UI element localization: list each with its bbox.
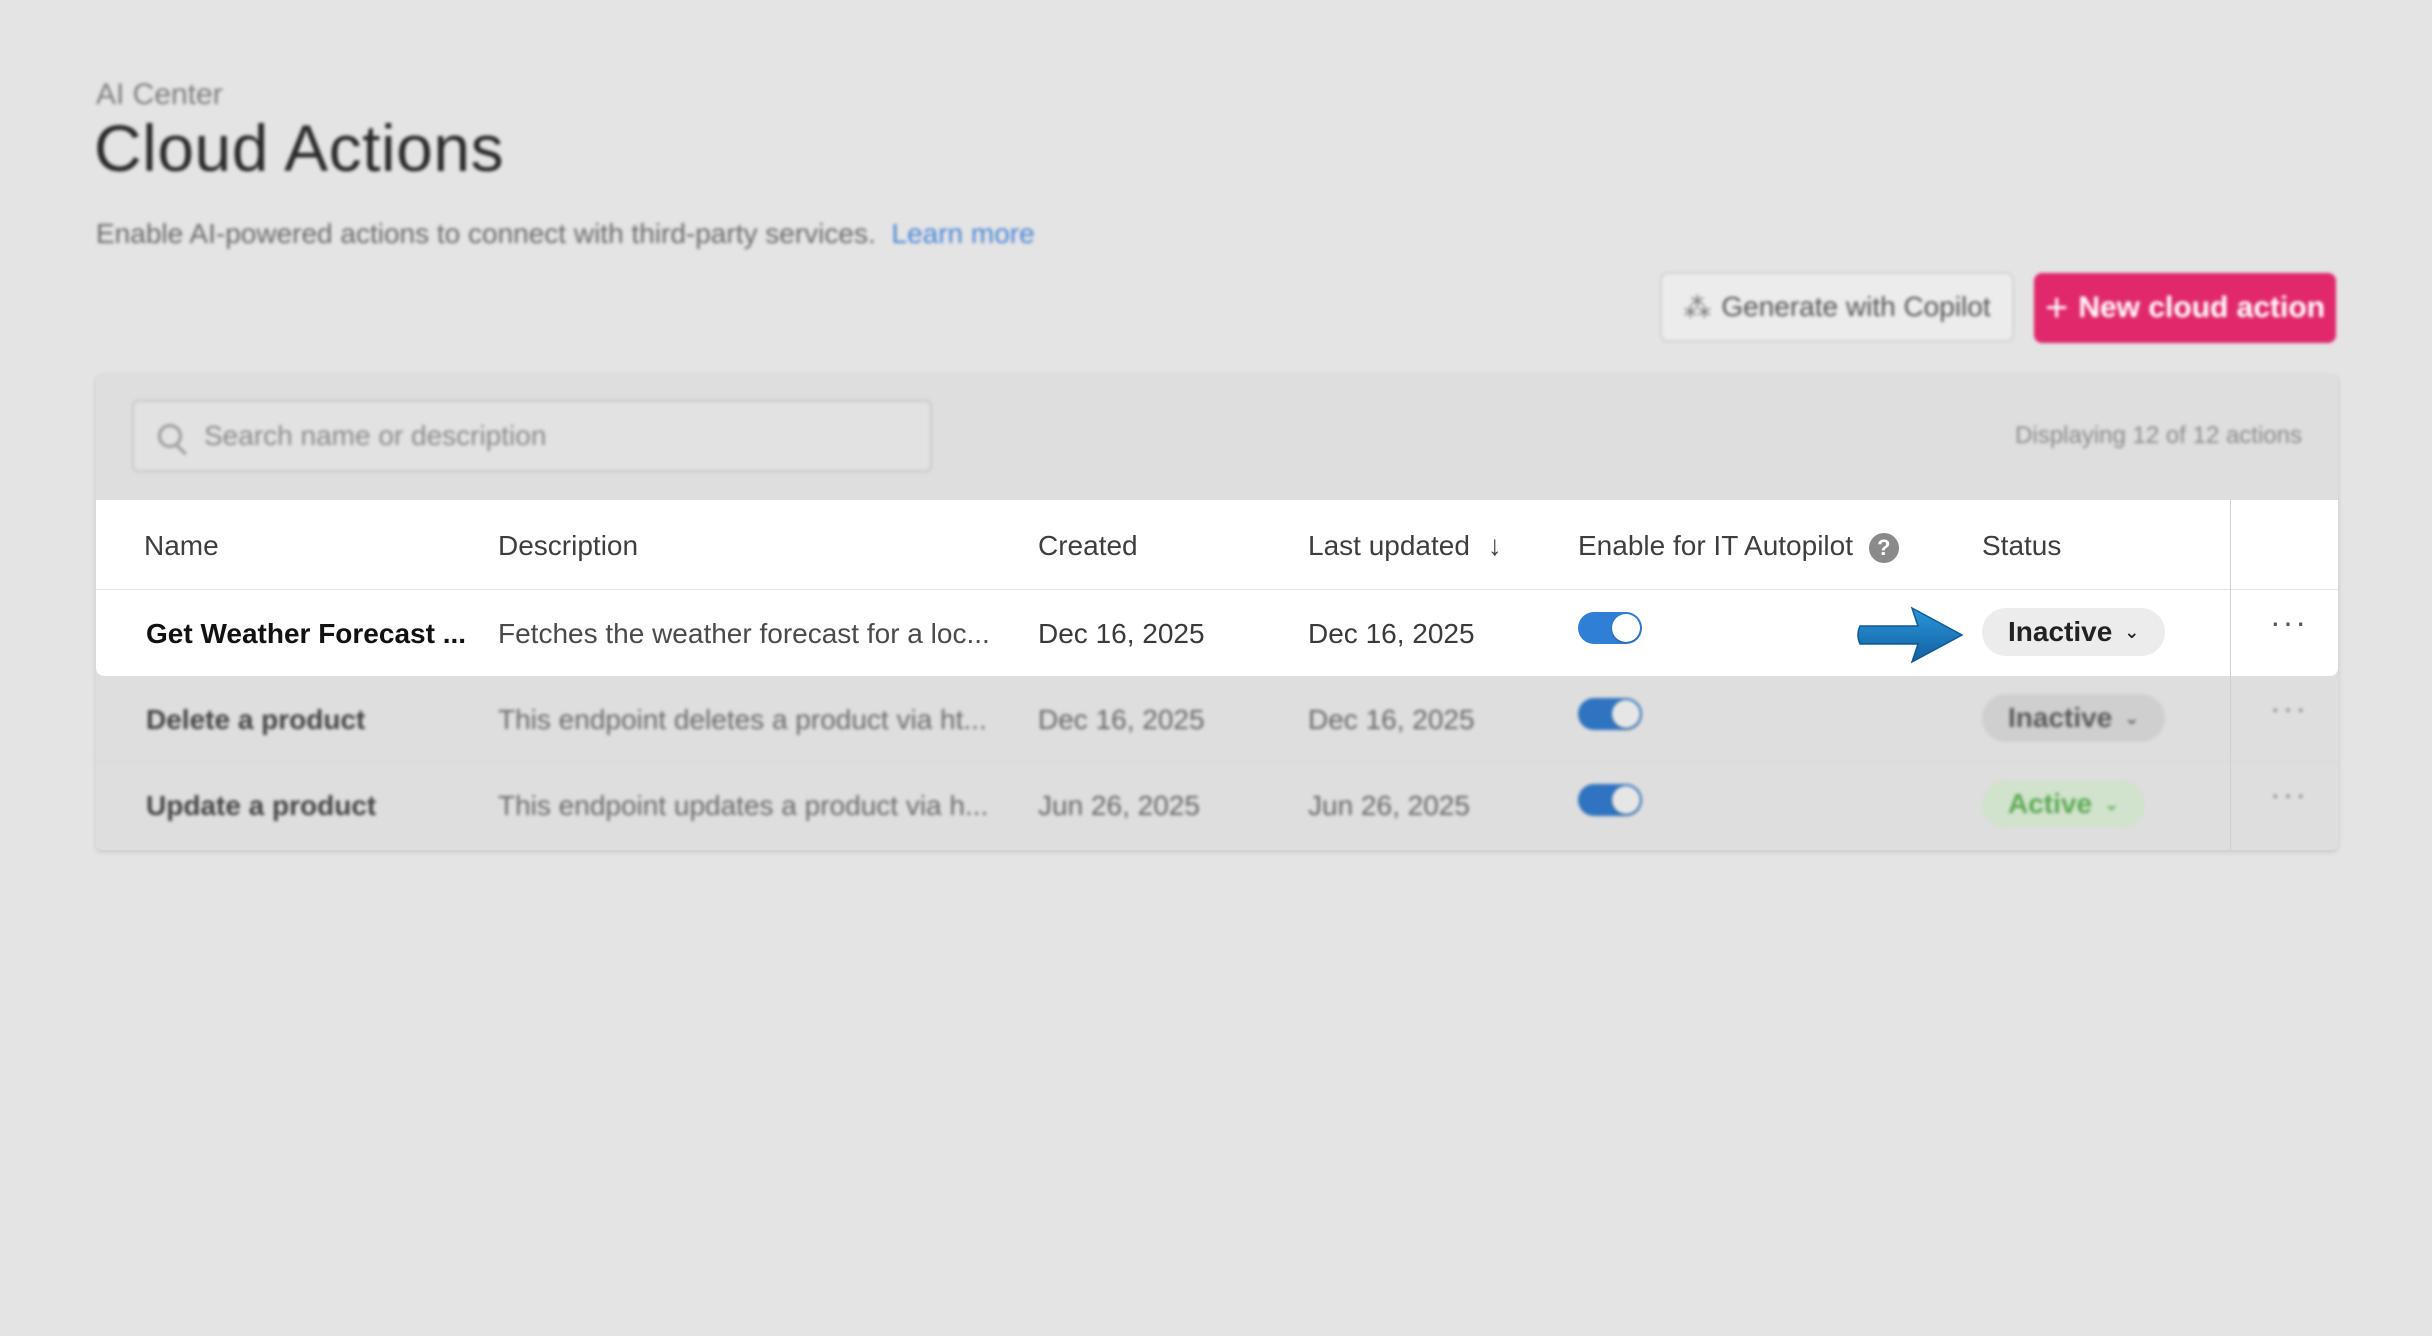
search-icon — [158, 424, 182, 448]
help-icon[interactable]: ? — [1868, 532, 1899, 563]
row-description: This endpoint deletes a product via ht..… — [498, 704, 987, 735]
actions-table-panel: Search name or description Displaying 12… — [96, 374, 2338, 850]
toggle-knob — [1612, 614, 1640, 642]
status-dropdown[interactable]: Inactive ⌄ — [1982, 694, 2166, 742]
status-dropdown[interactable]: Active ⌄ — [1982, 780, 2146, 828]
row-created: Jun 26, 2025 — [1038, 790, 1200, 821]
new-cloud-action-button[interactable]: + New cloud action — [2034, 273, 2336, 343]
column-header-last-updated[interactable]: Last updated ↓ — [1308, 530, 1502, 562]
row-description: Fetches the weather forecast for a loc..… — [498, 618, 990, 649]
chevron-down-icon: ⌄ — [2124, 621, 2140, 642]
results-count: Displaying 12 of 12 actions — [2015, 422, 2302, 449]
subtitle-text: Enable AI-powered actions to connect wit… — [96, 218, 876, 249]
status-label: Active — [2008, 788, 2093, 819]
autopilot-toggle[interactable] — [1578, 784, 1642, 816]
toggle-knob — [1612, 786, 1640, 814]
autopilot-toggle[interactable] — [1578, 698, 1642, 730]
autopilot-toggle[interactable] — [1578, 612, 1642, 644]
row-created: Dec 16, 2025 — [1038, 618, 1205, 649]
actions-column-divider — [2230, 500, 2231, 850]
row-name[interactable]: Update a product — [146, 790, 376, 822]
pointer-arrow-icon — [1857, 606, 1964, 664]
chevron-down-icon: ⌄ — [2124, 707, 2140, 728]
column-header-autopilot-label: Enable for IT Autopilot — [1578, 530, 1853, 561]
new-cloud-action-label: New cloud action — [2078, 291, 2326, 324]
status-label: Inactive — [2008, 616, 2113, 647]
page-subtitle: Enable AI-powered actions to connect wit… — [96, 218, 1035, 250]
row-updated: Dec 16, 2025 — [1308, 618, 1475, 649]
column-header-description[interactable]: Description — [498, 530, 638, 562]
status-label: Inactive — [2008, 702, 2113, 733]
column-header-created[interactable]: Created — [1038, 530, 1138, 562]
sort-descending-icon: ↓ — [1487, 530, 1502, 561]
row-name[interactable]: Get Weather Forecast ... — [146, 618, 466, 650]
breadcrumb[interactable]: AI Center — [96, 78, 223, 112]
search-placeholder: Search name or description — [204, 420, 547, 451]
column-header-autopilot[interactable]: Enable for IT Autopilot ? — [1578, 530, 1899, 563]
generate-with-copilot-button[interactable]: ⁂ Generate with Copilot — [1660, 272, 2014, 342]
more-options-icon[interactable]: ··· — [2270, 604, 2308, 641]
table-row[interactable]: Update a product This endpoint updates a… — [96, 762, 2338, 848]
generate-with-copilot-label: Generate with Copilot — [1721, 291, 1991, 322]
plus-icon: + — [2044, 285, 2069, 330]
row-created: Dec 16, 2025 — [1038, 704, 1205, 735]
row-updated: Jun 26, 2025 — [1308, 790, 1470, 821]
row-description: This endpoint updates a product via h... — [498, 790, 989, 821]
learn-more-link[interactable]: Learn more — [892, 218, 1035, 249]
column-header-name[interactable]: Name — [144, 530, 219, 562]
status-dropdown[interactable]: Inactive ⌄ — [1982, 608, 2166, 656]
search-input[interactable]: Search name or description — [132, 400, 932, 472]
column-header-last-updated-label: Last updated — [1308, 530, 1470, 561]
chevron-down-icon: ⌄ — [2104, 793, 2120, 814]
table-header: Name Description Created Last updated ↓ … — [96, 500, 2338, 590]
table-row[interactable]: Get Weather Forecast ... Fetches the wea… — [96, 590, 2338, 676]
table-row[interactable]: Delete a product This endpoint deletes a… — [96, 676, 2338, 762]
toggle-knob — [1612, 700, 1640, 728]
row-updated: Dec 16, 2025 — [1308, 704, 1475, 735]
more-options-icon[interactable]: ··· — [2270, 776, 2308, 813]
page-title: Cloud Actions — [94, 111, 505, 185]
row-name[interactable]: Delete a product — [146, 704, 365, 736]
more-options-icon[interactable]: ··· — [2270, 690, 2308, 727]
column-header-status[interactable]: Status — [1982, 530, 2061, 562]
copilot-icon: ⁂ — [1683, 291, 1712, 323]
